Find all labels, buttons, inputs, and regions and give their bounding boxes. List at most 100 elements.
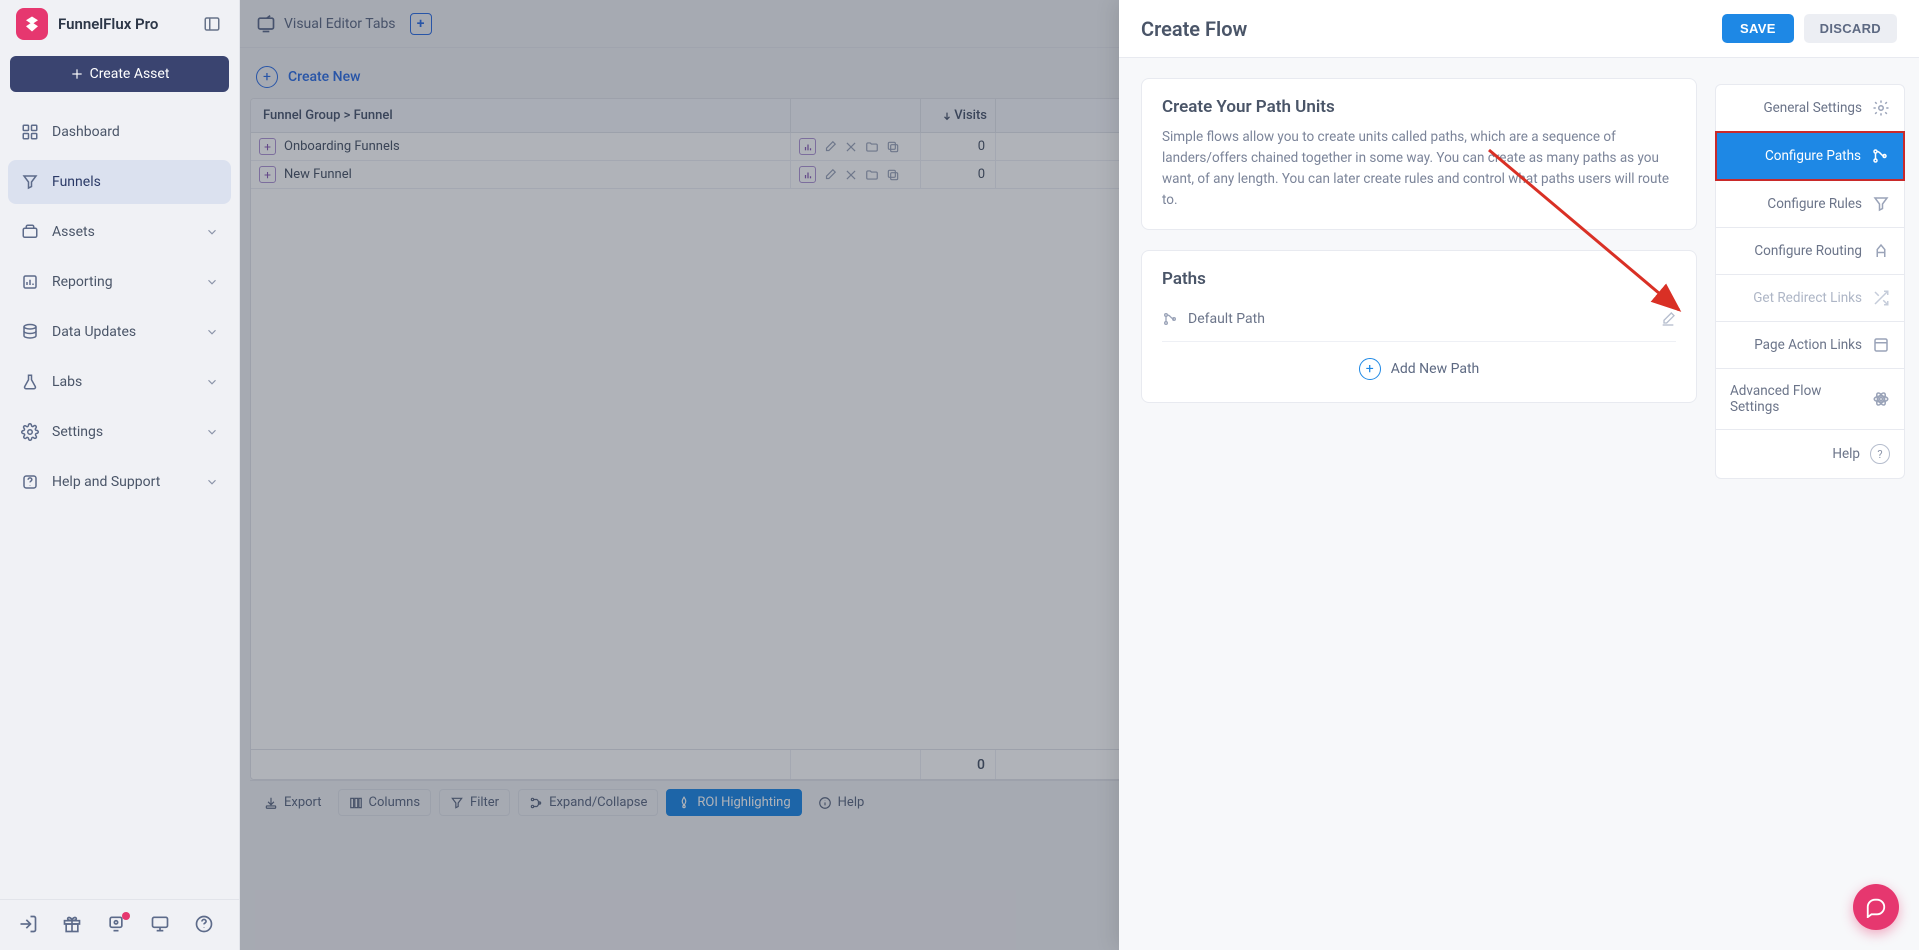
nav-label: Labs [52, 374, 82, 390]
create-asset-button[interactable]: Create Asset [10, 56, 229, 92]
export-button[interactable]: Export [256, 790, 330, 815]
paths-icon [1871, 147, 1889, 165]
rail-help[interactable]: Help ? [1715, 429, 1905, 479]
funnel-icon [1872, 195, 1890, 213]
monitor-icon[interactable] [150, 914, 172, 936]
nav-label: Help and Support [52, 474, 160, 490]
footer-visits-total: 0 [921, 750, 996, 779]
nav-label: Data Updates [52, 324, 136, 340]
expand-row-icon[interactable]: + [259, 166, 276, 183]
save-button[interactable]: SAVE [1722, 14, 1794, 43]
assets-icon [20, 222, 40, 242]
sidebar-collapse-button[interactable] [201, 13, 223, 35]
routing-icon [1872, 242, 1890, 260]
chat-fab[interactable] [1853, 884, 1899, 930]
rail-configure-paths[interactable]: Configure Paths [1715, 131, 1905, 181]
analytics-icon[interactable] [799, 166, 816, 183]
panel-right-rail: General Settings Configure Paths Configu… [1715, 84, 1905, 478]
nav-label: Assets [52, 224, 95, 240]
flask-icon [20, 372, 40, 392]
create-asset-label: Create Asset [90, 66, 170, 82]
rail-configure-routing[interactable]: Configure Routing [1715, 227, 1905, 275]
path-row-default[interactable]: Default Path [1162, 305, 1676, 342]
nav-label: Settings [52, 424, 103, 440]
nav-label: Reporting [52, 274, 113, 290]
nav-label: Dashboard [52, 124, 120, 140]
expand-collapse-button[interactable]: Expand/Collapse [518, 789, 658, 816]
visual-editor-tabs[interactable]: Visual Editor Tabs [256, 14, 396, 34]
rail-page-action-links[interactable]: Page Action Links [1715, 321, 1905, 369]
help-button[interactable]: Help [810, 790, 873, 815]
gear-icon [1872, 99, 1890, 117]
rail-redirect-links[interactable]: Get Redirect Links [1715, 274, 1905, 322]
shuffle-icon [1872, 289, 1890, 307]
columns-button[interactable]: Columns [338, 789, 432, 816]
gift-icon[interactable] [62, 914, 84, 936]
logo-icon [16, 8, 48, 40]
panel-title: Create Flow [1141, 17, 1247, 41]
folder-icon[interactable] [864, 140, 879, 154]
chevron-down-icon [205, 475, 219, 489]
chevron-down-icon [205, 375, 219, 389]
edit-icon[interactable] [822, 168, 837, 182]
edit-icon[interactable] [822, 140, 837, 154]
database-icon [20, 322, 40, 342]
filter-button[interactable]: Filter [439, 789, 510, 816]
copy-icon[interactable] [885, 168, 900, 182]
sidebar-footer [0, 899, 239, 950]
visual-editor-label: Visual Editor Tabs [284, 16, 396, 32]
plus-circle-icon: + [256, 66, 278, 88]
row-visits: 0 [921, 133, 996, 160]
path-name: Default Path [1188, 311, 1265, 327]
info-icon[interactable] [194, 914, 216, 936]
intro-card: Create Your Path Units Simple flows allo… [1141, 78, 1697, 230]
plus-circle-icon: + [1359, 358, 1381, 380]
rail-configure-rules[interactable]: Configure Rules [1715, 180, 1905, 228]
intro-body: Simple flows allow you to create units c… [1162, 127, 1676, 211]
th-actions [791, 99, 921, 132]
sidebar-item-dashboard[interactable]: Dashboard [8, 110, 231, 154]
sidebar-item-settings[interactable]: Settings [8, 410, 231, 454]
add-tab-button[interactable]: + [410, 13, 432, 35]
path-branch-icon [1162, 311, 1178, 327]
row-visits: 0 [921, 161, 996, 188]
page-icon [1872, 336, 1890, 354]
folder-icon[interactable] [864, 168, 879, 182]
chevron-down-icon [205, 325, 219, 339]
logout-icon[interactable] [18, 914, 40, 936]
close-icon[interactable] [843, 140, 858, 154]
copy-icon[interactable] [885, 140, 900, 154]
sidebar-item-help-support[interactable]: Help and Support [8, 460, 231, 504]
sidebar-item-funnels[interactable]: Funnels [8, 160, 231, 204]
row-name: New Funnel [284, 167, 352, 182]
expand-row-icon[interactable]: + [259, 138, 276, 155]
th-funnel-name[interactable]: Funnel Group > Funnel [251, 99, 791, 132]
add-new-path-button[interactable]: + Add New Path [1162, 342, 1676, 384]
create-new-label: Create New [288, 69, 360, 85]
chevron-down-icon [205, 225, 219, 239]
sidebar-item-data-updates[interactable]: Data Updates [8, 310, 231, 354]
add-path-label: Add New Path [1391, 361, 1479, 377]
intro-heading: Create Your Path Units [1162, 97, 1676, 117]
gear-icon [20, 422, 40, 442]
dashboard-icon [20, 122, 40, 142]
sidebar-item-assets[interactable]: Assets [8, 210, 231, 254]
close-icon[interactable] [843, 168, 858, 182]
rail-advanced-settings[interactable]: Advanced Flow Settings [1715, 368, 1905, 430]
help-circle-icon: ? [1870, 444, 1890, 464]
sidebar-item-reporting[interactable]: Reporting [8, 260, 231, 304]
rail-general-settings[interactable]: General Settings [1715, 84, 1905, 132]
brand-name: FunnelFlux Pro [58, 15, 158, 33]
discard-button[interactable]: DISCARD [1804, 14, 1897, 43]
th-visits[interactable]: Visits [921, 99, 996, 132]
funnel-icon [20, 172, 40, 192]
panel-header: Create Flow SAVE DISCARD [1119, 0, 1919, 58]
roi-highlighting-button[interactable]: ROI Highlighting [666, 789, 801, 816]
analytics-icon[interactable] [799, 138, 816, 155]
nav-label: Funnels [52, 174, 101, 190]
sidebar-header: FunnelFlux Pro [0, 0, 239, 48]
chevron-down-icon [205, 425, 219, 439]
edit-path-icon[interactable] [1660, 311, 1676, 327]
notification-icon[interactable] [106, 914, 128, 936]
sidebar-item-labs[interactable]: Labs [8, 360, 231, 404]
